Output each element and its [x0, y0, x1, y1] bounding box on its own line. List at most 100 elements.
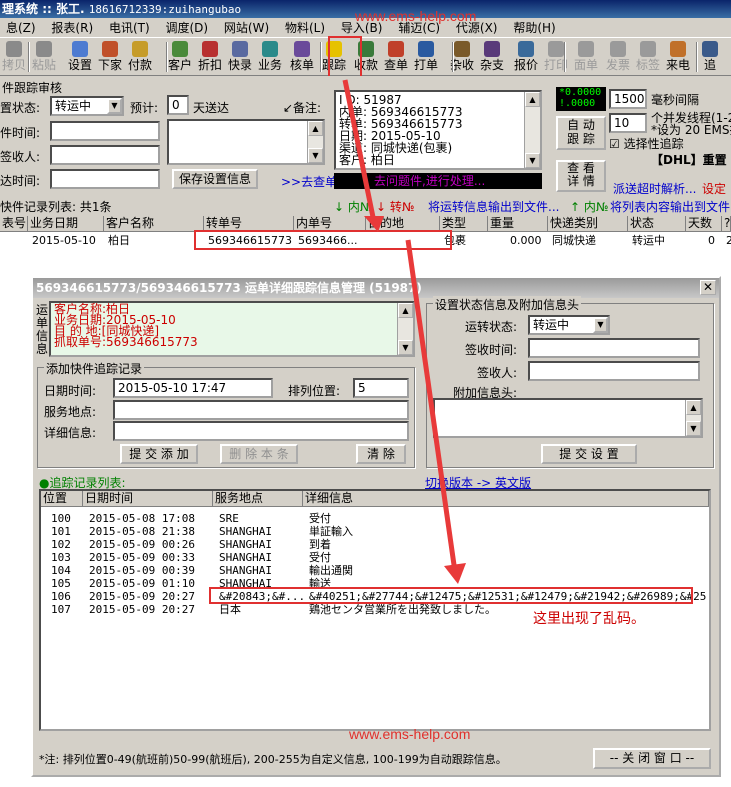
note-textarea[interactable]: ▲ ▼ [167, 119, 325, 165]
extra-header-textarea[interactable]: ▲ ▼ [433, 398, 703, 438]
close-icon[interactable]: ✕ [700, 280, 716, 295]
toolbar-button-18[interactable]: 面单 [572, 40, 600, 74]
toolbar-button-16[interactable]: 报价 [512, 40, 540, 74]
menu-report[interactable]: 报表(R) [45, 18, 99, 38]
extra-header-scrollbar[interactable]: ▲ ▼ [685, 400, 701, 436]
table-row[interactable]: 100 2015-05-08 17:08 SRE 受付 [41, 511, 709, 525]
col-header-category[interactable]: 快递类别 [548, 216, 628, 232]
info-scrollbar[interactable]: ▲ ▼ [524, 92, 540, 168]
dialog-signer-input[interactable] [528, 361, 700, 381]
view-details-button[interactable]: 查 看 详 情 [556, 160, 606, 192]
datetime-input[interactable]: 2015-05-10 17:47 [113, 378, 273, 398]
toolbar-button-19[interactable]: 发票 [604, 40, 632, 74]
rec-header-pos[interactable]: 位置 [41, 491, 83, 507]
detail-input[interactable] [113, 421, 409, 441]
dialog-title-bar: 569346615773/569346615773 运单详细跟踪信息管理 (51… [33, 278, 719, 298]
dhl-reset-label[interactable]: 【DHL】重置 [651, 151, 727, 168]
down-inner-link[interactable]: ↓ 内№ [334, 198, 372, 215]
col-header-date[interactable]: 业务日期 [28, 216, 104, 232]
export-transit-link[interactable]: 将运转信息输出到文件... [428, 198, 559, 215]
estimate-label: 预计: [130, 101, 159, 115]
rec-header-time[interactable]: 日期时间 [83, 491, 213, 507]
toolbar-button-22[interactable]: 追 [696, 40, 724, 74]
table-row[interactable]: 102 2015-05-09 00:26 SHANGHAI 到着 [41, 537, 709, 551]
note-scrollbar[interactable]: ▲ ▼ [307, 121, 323, 163]
toolbar-button-2[interactable]: 设置 [66, 40, 94, 74]
col-header-weight[interactable]: 重量 [488, 216, 548, 232]
place-input[interactable] [113, 400, 409, 420]
toolbar-button-13[interactable]: 打单 [412, 40, 440, 74]
toolbar-button-3[interactable]: 下家 [96, 40, 124, 74]
sign-time-input[interactable] [528, 338, 700, 358]
footnote: *注: 排列位置0-49(航班前)50-99(航班后), 200-255为自定义… [39, 753, 507, 766]
timeout-set-link[interactable]: 设定 [702, 180, 726, 197]
menu-dispatch[interactable]: 调度(D) [159, 18, 214, 38]
estimate-input[interactable]: 0 [167, 95, 189, 115]
toolbar-button-5[interactable]: 客户 [166, 40, 194, 74]
auto-track-button[interactable]: 自 动 跟 踪 [556, 116, 606, 150]
toolbar-separator [320, 42, 322, 72]
toolbar-button-6[interactable]: 折扣 [196, 40, 224, 74]
down-trans-link[interactable]: ↓ 转№ [376, 198, 414, 215]
goto-query-link[interactable]: >>去查单 [281, 173, 337, 190]
clear-button[interactable]: 清 除 [356, 444, 406, 464]
toolbar-icon [388, 41, 404, 57]
menu-info[interactable]: 息(Z) [0, 18, 42, 38]
rec-header-place[interactable]: 服务地点 [213, 491, 303, 507]
rec-header-detail[interactable]: 详细信息 [303, 491, 709, 507]
toolbar-button-20[interactable]: 标签 [634, 40, 662, 74]
save-settings-button[interactable]: 保存设置信息 [172, 169, 258, 189]
toolbar-icon [202, 41, 218, 57]
table-row[interactable]: 101 2015-05-08 21:38 SHANGHAI 単証輸入 [41, 524, 709, 538]
selective-checkbox[interactable]: ☑ 选择性追踪 [609, 135, 684, 152]
col-header-customer[interactable]: 客户名称 [104, 216, 204, 232]
toolbar-label: 追 [703, 58, 716, 72]
close-window-button[interactable]: -- 关 闭 窗 口 -- [593, 748, 711, 769]
interval-input[interactable]: 1500 [609, 89, 647, 109]
col-header-no[interactable]: 表号 [0, 216, 28, 232]
toolbar-button-12[interactable]: 查单 [382, 40, 410, 74]
status-select[interactable]: 转运中 ▼ [50, 96, 124, 116]
record-place: 日本 [219, 603, 241, 616]
menu-help[interactable]: 帮助(H) [507, 18, 561, 38]
toolbar-button-8[interactable]: 业务 [256, 40, 284, 74]
table-row[interactable]: 103 2015-05-09 00:33 SHANGHAI 受付 [41, 550, 709, 564]
threads-input[interactable]: 10 [609, 113, 647, 133]
section-title: 件跟踪审核 [2, 81, 63, 95]
problem-status-bar: 去问题件,进行处理... [334, 173, 542, 189]
table-row[interactable]: 104 2015-05-09 00:39 SHANGHAI 輸出通関 [41, 563, 709, 577]
col-header-extra[interactable]: ? [722, 216, 731, 232]
watermark-bottom: www.ems-help.com [349, 726, 471, 742]
export-list-link[interactable]: 将列表内容输出到文件 [610, 198, 730, 215]
submit-settings-button[interactable]: 提 交 设 置 [541, 444, 637, 464]
days-label: 天送达 [193, 101, 230, 115]
row-customer: 柏日 [108, 234, 130, 247]
record-time: 2015-05-09 20:27 [89, 603, 195, 616]
toolbar-button-9[interactable]: 核单 [288, 40, 316, 74]
time-input[interactable] [50, 121, 160, 141]
toolbar-button-7[interactable]: 快录 [226, 40, 254, 74]
arrive-input[interactable] [50, 169, 160, 189]
col-header-days[interactable]: 天数 [686, 216, 722, 232]
toolbar-button-0[interactable]: 拷贝 [0, 40, 28, 74]
col-header-status[interactable]: 状态 [628, 216, 686, 232]
chevron-down-icon[interactable]: ▼ [107, 98, 122, 114]
signer-input[interactable] [50, 145, 160, 165]
position-input[interactable]: 5 [353, 378, 409, 398]
title-separator: :: [42, 2, 52, 16]
menu-materials[interactable]: 物料(L) [279, 18, 331, 38]
toolbar-button-15[interactable]: 杂支 [478, 40, 506, 74]
transport-select[interactable]: 转运中 ▼ [528, 315, 610, 335]
summary-scrollbar[interactable]: ▲ ▼ [397, 303, 413, 355]
menu-website[interactable]: 网站(W) [218, 18, 275, 38]
up-inner-link[interactable]: ↑ 内№ [570, 198, 608, 215]
toolbar-button-4[interactable]: 付款 [126, 40, 154, 74]
submit-add-button[interactable]: 提 交 添 加 [120, 444, 198, 464]
toolbar-button-1[interactable]: 粘贴 [30, 40, 58, 74]
row-days: 0 [708, 234, 715, 247]
menu-telecom[interactable]: 电讯(T) [103, 18, 156, 38]
delete-record-button[interactable]: 删 除 本 条 [220, 444, 298, 464]
chevron-down-icon[interactable]: ▼ [593, 317, 608, 333]
timeout-parse-link[interactable]: 派送超时解析... [613, 180, 696, 197]
toolbar-button-21[interactable]: 来电 [664, 40, 692, 74]
